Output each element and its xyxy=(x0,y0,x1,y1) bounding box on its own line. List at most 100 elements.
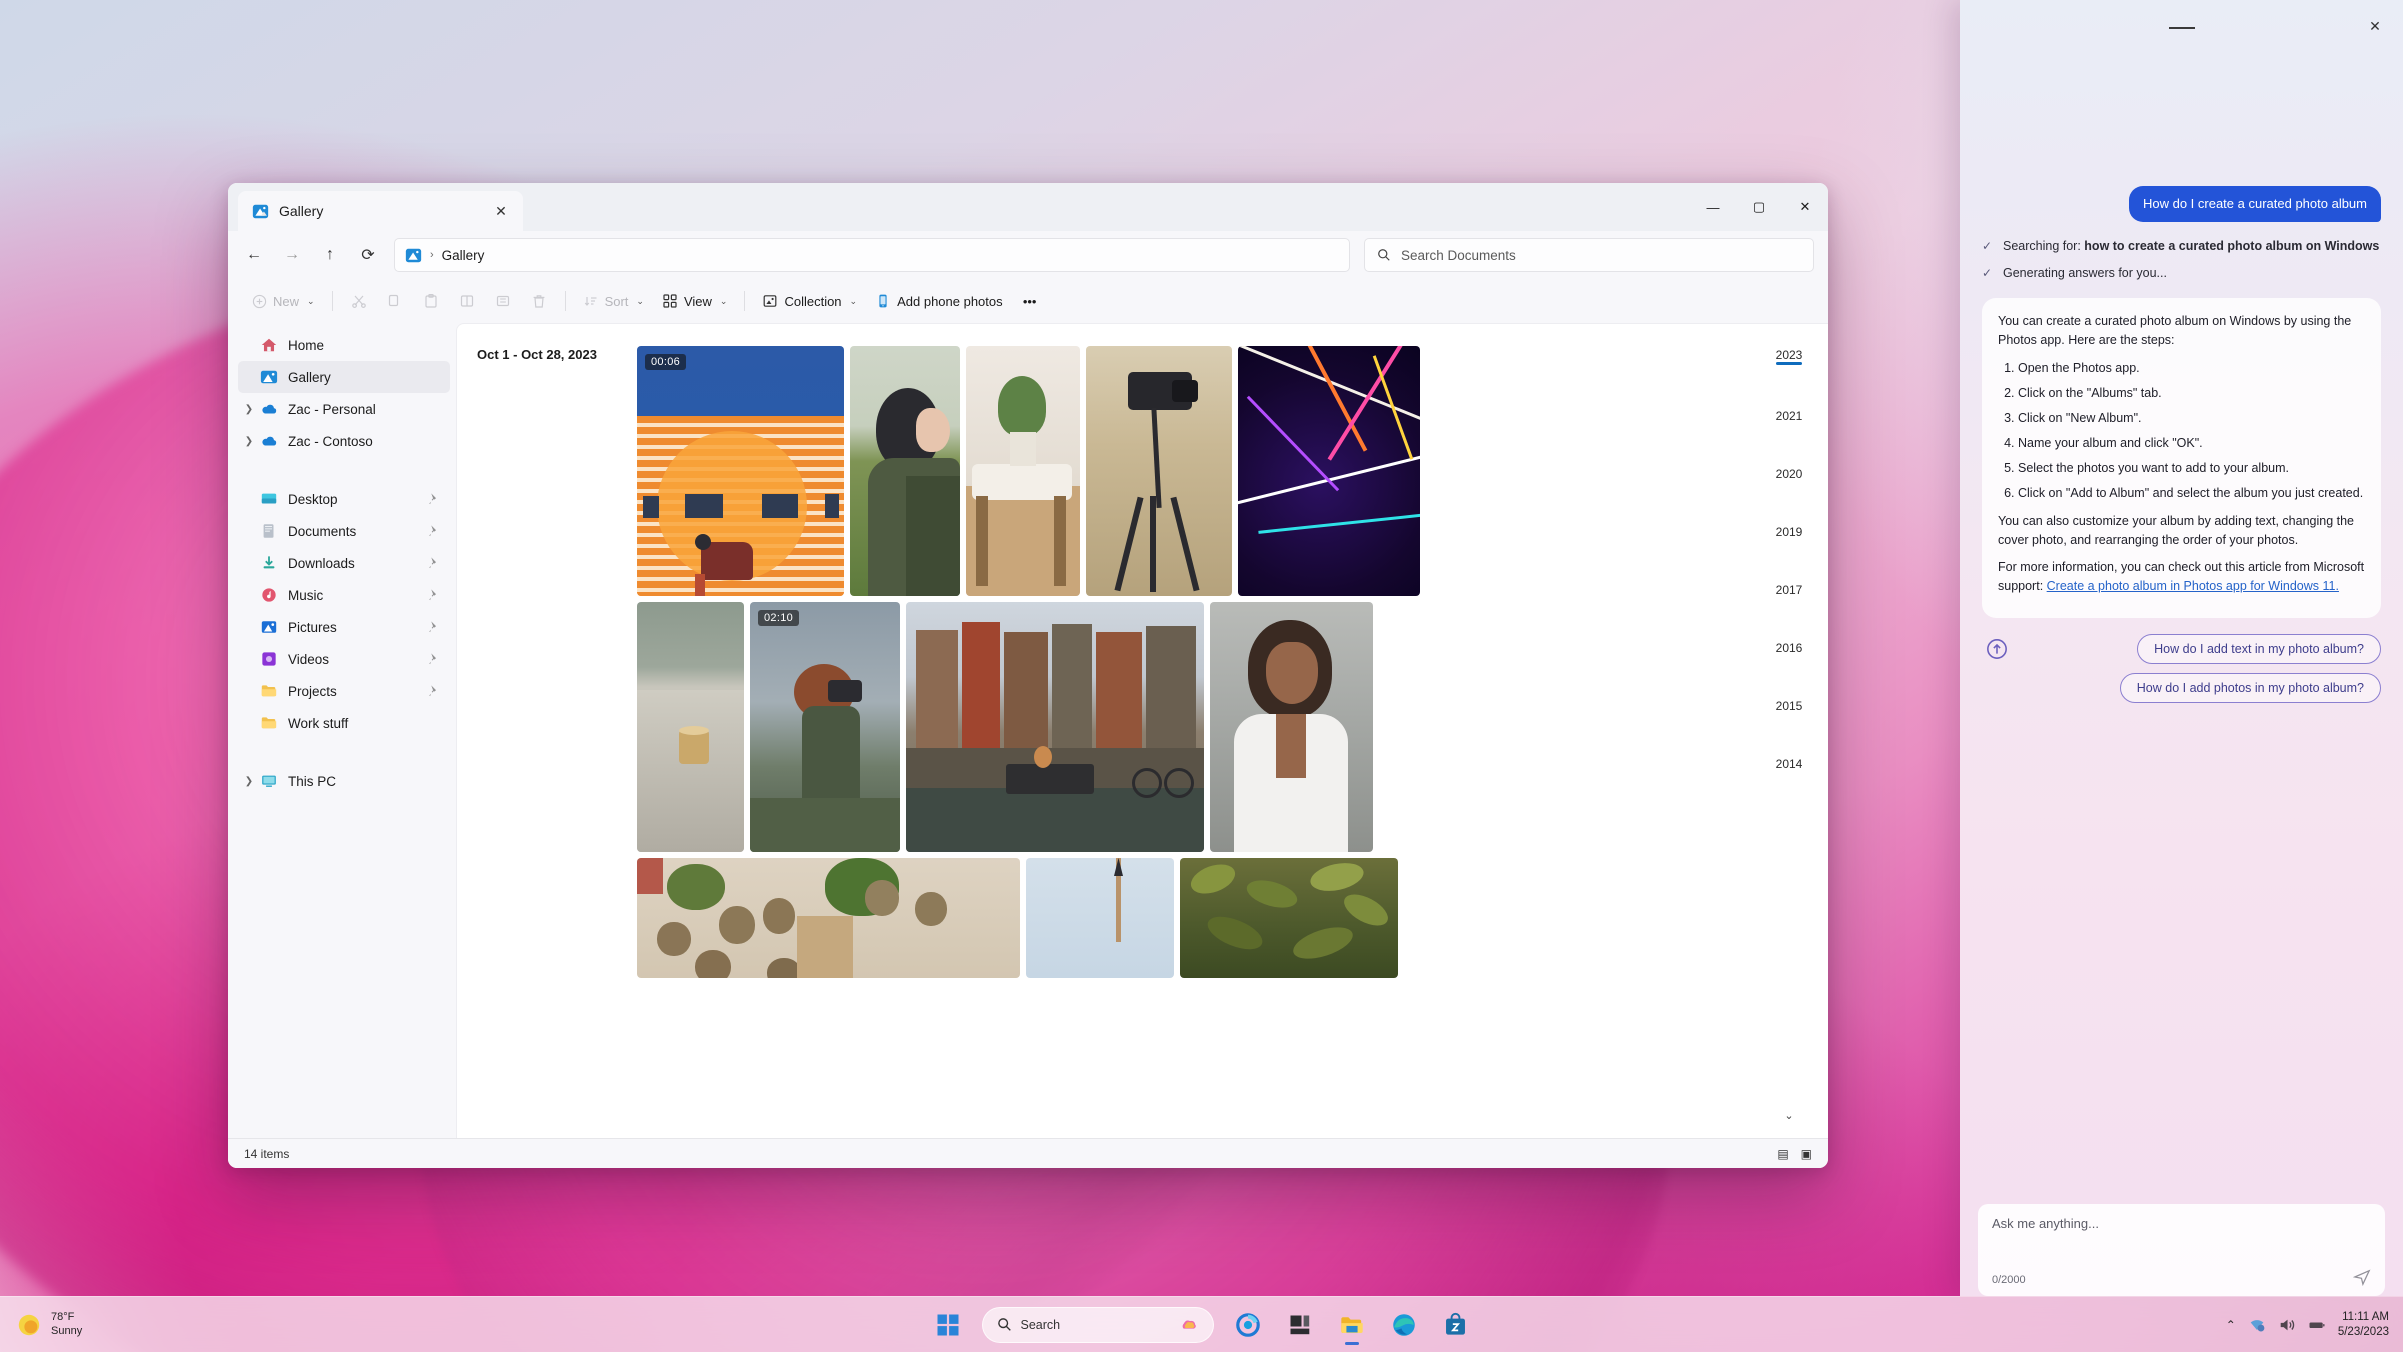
photo-tile[interactable] xyxy=(1180,858,1398,978)
breadcrumb[interactable]: › Gallery xyxy=(394,238,1350,272)
up-button[interactable]: ↑ xyxy=(312,238,348,272)
delete-button[interactable] xyxy=(522,285,556,317)
chevron-down-icon: ⌄ xyxy=(850,296,858,307)
add-phone-photos-button[interactable]: Add phone photos xyxy=(867,285,1011,317)
minimize-button[interactable]: — xyxy=(1690,183,1736,231)
sidebar-item-music[interactable]: Music xyxy=(238,579,450,611)
copilot-inline-icon[interactable] xyxy=(1179,1316,1199,1334)
timeline-year[interactable]: 2021 xyxy=(1776,409,1803,467)
chevron-right-icon[interactable]: ❯ xyxy=(238,404,260,415)
photo-tile[interactable] xyxy=(1026,858,1174,978)
timeline-year[interactable]: 2020 xyxy=(1776,467,1803,525)
explorer-body: Home Gallery ❯ Zac - Pers xyxy=(228,323,1828,1138)
photo-tile[interactable] xyxy=(637,858,1020,978)
timeline-selected-indicator xyxy=(1776,362,1802,365)
gallery-scroll-area[interactable]: Oct 1 - Oct 28, 2023 xyxy=(457,324,1750,1138)
file-explorer-taskbar-icon[interactable] xyxy=(1330,1303,1374,1347)
large-icons-view-button[interactable]: ▣ xyxy=(1801,1147,1812,1161)
sidebar-item-pictures[interactable]: Pictures xyxy=(238,611,450,643)
pin-icon[interactable] xyxy=(426,524,440,538)
timeline-year[interactable]: 2023 xyxy=(1776,348,1803,406)
edge-taskbar-icon[interactable] xyxy=(1382,1303,1426,1347)
tab-close-button[interactable]: ✕ xyxy=(489,199,513,223)
suggestion-chip[interactable]: How do I add photos in my photo album? xyxy=(2120,673,2381,703)
pin-icon[interactable] xyxy=(426,652,440,666)
pin-icon[interactable] xyxy=(426,492,440,506)
forward-button[interactable]: → xyxy=(274,238,310,272)
gallery-content-pane: Oct 1 - Oct 28, 2023 xyxy=(456,323,1828,1138)
copilot-input-box[interactable]: Ask me anything... 0/2000 xyxy=(1978,1204,2385,1296)
photo-tile[interactable] xyxy=(850,346,960,596)
sidebar-item-desktop[interactable]: Desktop xyxy=(238,483,450,515)
store-taskbar-icon[interactable] xyxy=(1434,1303,1478,1347)
list-item: Select the photos you want to add to you… xyxy=(2018,459,2365,478)
timeline-year[interactable]: 2017 xyxy=(1776,583,1803,641)
sidebar-item-work-stuff[interactable]: Work stuff xyxy=(238,707,450,739)
sidebar-item-zac-personal[interactable]: ❯ Zac - Personal xyxy=(238,393,450,425)
timeline-year[interactable]: 2015 xyxy=(1776,699,1803,757)
support-article-link[interactable]: Create a photo album in Photos app for W… xyxy=(2047,579,2339,593)
scroll-down-icon[interactable]: ⌄ xyxy=(1784,1109,1793,1122)
sidebar-item-this-pc[interactable]: ❯ This PC xyxy=(238,765,450,797)
copilot-taskbar-icon[interactable] xyxy=(1226,1303,1270,1347)
clock[interactable]: 11:11 AM 5/23/2023 xyxy=(2338,1310,2389,1340)
maximize-button[interactable]: ▢ xyxy=(1736,183,1782,231)
share-button[interactable] xyxy=(486,285,520,317)
photo-tile[interactable]: 02:10 xyxy=(750,602,900,852)
timeline-year[interactable]: 2016 xyxy=(1776,641,1803,699)
weather-widget[interactable]: 78°F Sunny xyxy=(0,1311,200,1339)
photo-tile[interactable] xyxy=(637,602,744,852)
photo-tile[interactable] xyxy=(1210,602,1373,852)
tray-chevron-up-icon[interactable]: ⌃ xyxy=(2226,1318,2236,1332)
photo-tile[interactable] xyxy=(906,602,1204,852)
explorer-tab-gallery[interactable]: Gallery ✕ xyxy=(238,191,523,231)
sidebar-item-downloads[interactable]: Downloads xyxy=(238,547,450,579)
chevron-right-icon[interactable]: ❯ xyxy=(238,436,260,447)
suggestion-chip[interactable]: How do I add text in my photo album? xyxy=(2137,634,2381,664)
taskbar-search-box[interactable]: Search xyxy=(982,1307,1214,1343)
cut-button[interactable] xyxy=(342,285,376,317)
taskbar-center-group: Search xyxy=(926,1303,1478,1347)
copy-button[interactable] xyxy=(378,285,412,317)
chevron-right-icon[interactable]: ❯ xyxy=(238,776,260,787)
pin-icon[interactable] xyxy=(426,620,440,634)
details-view-button[interactable]: ▤ xyxy=(1777,1147,1788,1161)
timeline-year[interactable]: 2014 xyxy=(1776,757,1803,815)
back-button[interactable]: ← xyxy=(236,238,272,272)
sidebar-item-projects[interactable]: Projects xyxy=(238,675,450,707)
sidebar-item-home[interactable]: Home xyxy=(238,329,450,361)
copilot-minimize-button[interactable] xyxy=(2169,27,2195,29)
timeline-year[interactable]: 2019 xyxy=(1776,525,1803,583)
more-options-button[interactable]: ••• xyxy=(1013,285,1047,317)
copilot-close-button[interactable]: ✕ xyxy=(2361,12,2389,40)
sidebar-item-zac-contoso[interactable]: ❯ Zac - Contoso xyxy=(238,425,450,457)
photo-tile[interactable] xyxy=(1086,346,1232,596)
close-button[interactable]: ✕ xyxy=(1782,183,1828,231)
pin-icon[interactable] xyxy=(426,684,440,698)
search-input[interactable]: Search Documents xyxy=(1364,238,1814,272)
battery-icon[interactable] xyxy=(2308,1316,2326,1334)
sidebar-item-documents[interactable]: Documents xyxy=(238,515,450,547)
pin-icon[interactable] xyxy=(426,556,440,570)
photo-tile[interactable]: 00:06 xyxy=(637,346,844,596)
copilot-input-placeholder: Ask me anything... xyxy=(1992,1216,2371,1231)
rename-button[interactable] xyxy=(450,285,484,317)
photo-tile[interactable] xyxy=(966,346,1080,596)
volume-icon[interactable] xyxy=(2278,1316,2296,1334)
view-button[interactable]: View ⌄ xyxy=(654,285,736,317)
sidebar-item-videos[interactable]: Videos xyxy=(238,643,450,675)
sort-button[interactable]: Sort ⌄ xyxy=(575,285,652,317)
paste-button[interactable] xyxy=(414,285,448,317)
new-button[interactable]: New ⌄ xyxy=(244,285,323,317)
collection-button[interactable]: Collection ⌄ xyxy=(754,285,865,317)
timeline-scrubber[interactable]: 2023 2021 2020 2019 2017 2016 2015 2014 … xyxy=(1750,324,1828,1138)
task-view-icon[interactable] xyxy=(1278,1303,1322,1347)
start-button[interactable] xyxy=(926,1303,970,1347)
refresh-button[interactable]: ⟳ xyxy=(350,238,386,272)
network-icon[interactable] xyxy=(2248,1316,2266,1334)
photo-tile[interactable] xyxy=(1238,346,1420,596)
send-icon[interactable] xyxy=(2353,1268,2371,1286)
pin-icon[interactable] xyxy=(426,588,440,602)
this-pc-icon xyxy=(260,772,278,790)
sidebar-item-gallery[interactable]: Gallery xyxy=(238,361,450,393)
